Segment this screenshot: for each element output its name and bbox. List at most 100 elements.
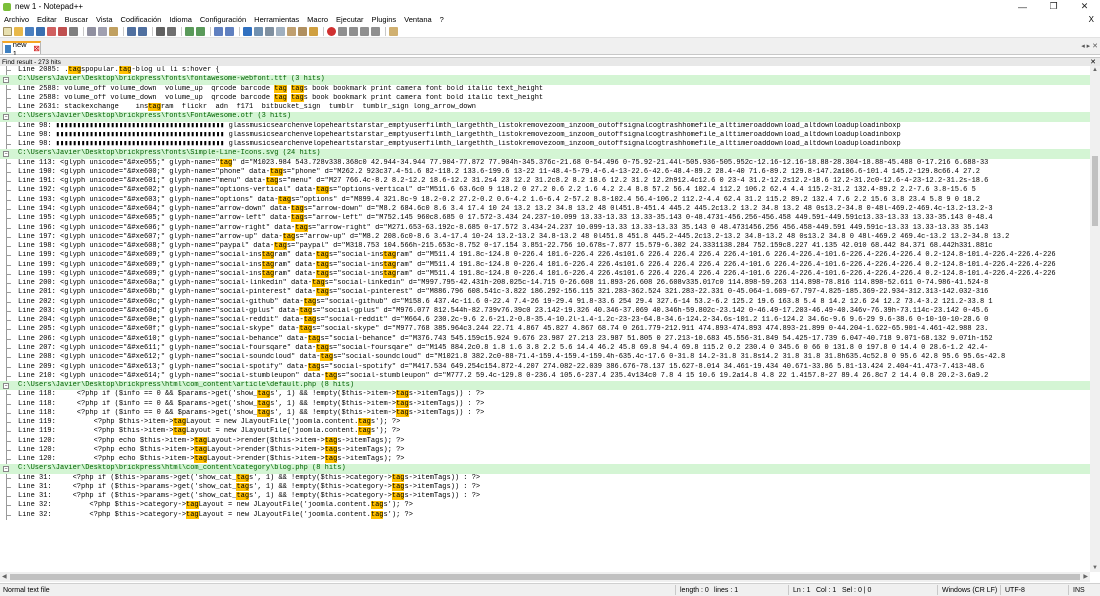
scroll-down-arrow-icon[interactable]: ▼ [1092, 565, 1098, 571]
menu-vista[interactable]: Vista [92, 15, 117, 24]
result-file-row[interactable]: − C:\Users\Javier\Desktop\brickpress\font… [0, 149, 1090, 159]
result-line-row[interactable]: Line 199: <glyph unicode="&#xe609;" glyp… [0, 269, 1090, 280]
vertical-scroll-thumb[interactable] [1092, 156, 1098, 226]
result-line-row[interactable]: Line 206: <glyph unicode="&#xe610;" glyp… [0, 334, 1090, 344]
fold-minus-icon[interactable]: − [3, 466, 9, 473]
undo-icon[interactable] [127, 26, 136, 36]
zoom-in-icon[interactable] [185, 26, 194, 36]
tab-close-icon[interactable]: ⊠ [33, 44, 40, 53]
find-results-list[interactable]: Line 2085: .tagspopular.tag-blog ul li s… [0, 66, 1090, 572]
result-line-row[interactable]: Line 120: <?php echo $this->item->tagLay… [0, 445, 1090, 456]
sync-vertical-icon[interactable] [214, 26, 223, 36]
result-line-row[interactable]: Line 118: <?php if ($info == 0 && $param… [0, 408, 1090, 419]
indent-guide-icon[interactable] [265, 26, 274, 36]
paste-icon[interactable] [109, 26, 118, 36]
record-macro-icon[interactable] [327, 26, 336, 36]
fold-minus-icon[interactable]: − [3, 383, 9, 390]
fold-gutter[interactable]: − [0, 464, 14, 473]
sync-horizontal-icon[interactable] [225, 26, 234, 36]
result-line-row[interactable]: Line 2588: volume_off volume_down volume… [0, 84, 1090, 94]
result-line-row[interactable]: Line 118: <?php if ($info == 0 && $param… [0, 390, 1090, 400]
menu-buscar[interactable]: Buscar [61, 15, 92, 24]
fold-gutter[interactable]: − [0, 381, 14, 390]
result-line-row[interactable]: Line 31: <?php if ($this->params->get('s… [0, 473, 1090, 483]
result-line-row[interactable]: Line 193: <glyph unicode="&#xe603;" glyp… [0, 195, 1090, 205]
menu-plugins[interactable]: Plugins [368, 15, 401, 24]
word-wrap-icon[interactable] [243, 26, 252, 36]
save-icon[interactable] [25, 26, 34, 36]
play-macro-icon[interactable] [349, 26, 358, 36]
result-file-row[interactable]: − C:\Users\Javier\Desktop\brickpress\html… [0, 464, 1090, 474]
result-line-row[interactable]: Line 192: <glyph unicode="&#xe602;" glyp… [0, 186, 1090, 196]
menu-macro[interactable]: Macro [303, 15, 332, 24]
function-list-icon[interactable] [298, 26, 307, 36]
save-macro-icon[interactable] [371, 26, 380, 36]
find-icon[interactable] [156, 26, 165, 36]
play-multiple-macro-icon[interactable] [360, 26, 369, 36]
result-line-row[interactable]: Line 119: <?php $this->item->tagLayout =… [0, 427, 1090, 437]
scroll-left-arrow-icon[interactable]: ◀ [2, 573, 7, 580]
cut-icon[interactable] [87, 26, 96, 36]
fold-minus-icon[interactable]: − [3, 151, 9, 158]
result-line-row[interactable]: Line 194: <glyph unicode="&#xe604;" glyp… [0, 204, 1090, 215]
udl-icon[interactable] [276, 26, 285, 36]
result-line-row[interactable]: Line 32: <?php $this->category->tagLayou… [0, 510, 1090, 521]
result-line-row[interactable]: Line 210: <glyph unicode="&#xe614;" glyp… [0, 371, 1090, 382]
new-file-icon[interactable] [3, 26, 12, 36]
result-line-row[interactable]: Line 195: <glyph unicode="&#xe605;" glyp… [0, 214, 1090, 224]
result-line-row[interactable]: Line 196: <glyph unicode="&#xe606;" glyp… [0, 223, 1090, 233]
result-line-row[interactable]: Line 31: <?php if ($this->params->get('s… [0, 482, 1090, 493]
vertical-scrollbar[interactable]: ▲ ▼ [1090, 66, 1100, 572]
result-line-row[interactable]: Line 209: <glyph unicode="&#xe613;" glyp… [0, 362, 1090, 372]
show-all-chars-icon[interactable] [254, 26, 263, 36]
zoom-out-icon[interactable] [196, 26, 205, 36]
menu-close-doc[interactable]: X [1085, 15, 1100, 24]
open-file-icon[interactable] [14, 26, 23, 36]
stop-macro-icon[interactable] [338, 26, 347, 36]
menu-archivo[interactable]: Archivo [0, 15, 33, 24]
result-line-row[interactable]: Line 203: <glyph unicode="&#xe60d;" glyp… [0, 306, 1090, 317]
result-line-row[interactable]: Line 98: ▮▮▮▮▮▮▮▮▮▮▮▮▮▮▮▮▮▮▮▮▮▮▮▮▮▮▮▮▮▮▮… [0, 140, 1090, 150]
fold-gutter[interactable]: − [0, 149, 14, 158]
result-line-row[interactable]: Line 198: <glyph unicode="&#xe608;" glyp… [0, 242, 1090, 252]
folder-workspace-icon[interactable] [309, 26, 318, 36]
result-line-row[interactable]: Line 98: ▮▮▮▮▮▮▮▮▮▮▮▮▮▮▮▮▮▮▮▮▮▮▮▮▮▮▮▮▮▮▮… [0, 130, 1090, 141]
result-line-row[interactable]: Line 190: <glyph unicode="&#xe600;" glyp… [0, 167, 1090, 178]
result-line-row[interactable]: Line 120: <?php echo $this->item->tagLay… [0, 436, 1090, 446]
result-line-row[interactable]: Line 207: <glyph unicode="&#xe611;" glyp… [0, 343, 1090, 354]
result-line-row[interactable]: Line 199: <glyph unicode="&#xe609;" glyp… [0, 251, 1090, 261]
find-panel-close-icon[interactable]: ✕ [1090, 58, 1096, 66]
result-line-row[interactable]: Line 205: <glyph unicode="&#xe60f;" glyp… [0, 325, 1090, 335]
doc-map-icon[interactable] [287, 26, 296, 36]
result-line-row[interactable]: Line 199: <glyph unicode="&#xe609;" glyp… [0, 260, 1090, 270]
result-line-row[interactable]: Line 113: <glyph unicode="&#xe055;" glyp… [0, 158, 1090, 168]
result-line-row[interactable]: Line 191: <glyph unicode="&#xe601;" glyp… [0, 177, 1090, 187]
result-line-row[interactable]: Line 120: <?php echo $this->item->tagLay… [0, 455, 1090, 465]
minimize-button[interactable]: — [1007, 0, 1038, 13]
menu-editar[interactable]: Editar [33, 15, 61, 24]
result-line-row[interactable]: Line 2085: .tagspopular.tag-blog ul li s… [0, 66, 1090, 76]
replace-icon[interactable] [167, 26, 176, 36]
result-line-row[interactable]: Line 197: <glyph unicode="&#xe607;" glyp… [0, 232, 1090, 243]
maximize-button[interactable]: ❐ [1038, 0, 1069, 13]
fold-gutter[interactable]: − [0, 112, 14, 121]
result-line-row[interactable]: Line 32: <?php $this->category->tagLayou… [0, 501, 1090, 511]
menu-herramientas[interactable]: Herramientas [250, 15, 303, 24]
save-all-icon[interactable] [36, 26, 45, 36]
horizontal-scrollbar[interactable]: ◀ ▶ [0, 572, 1090, 582]
fold-minus-icon[interactable]: − [3, 77, 9, 84]
scroll-up-arrow-icon[interactable]: ▲ [1092, 67, 1098, 73]
result-file-row[interactable]: − C:\Users\Javier\Desktop\brickpress\font… [0, 112, 1090, 122]
tab-new-1[interactable]: new 1 ⊠ [2, 40, 41, 58]
close-button[interactable]: ✕ [1069, 0, 1100, 13]
result-line-row[interactable]: Line 119: <?php $this->item->tagLayout =… [0, 418, 1090, 428]
result-line-row[interactable]: Line 118: <?php if ($info == 0 && $param… [0, 399, 1090, 409]
result-line-row[interactable]: Line 208: <glyph unicode="&#xe612;" glyp… [0, 353, 1090, 363]
horizontal-scroll-thumb[interactable] [10, 574, 1080, 580]
close-all-icon[interactable] [58, 26, 67, 36]
menu-idioma[interactable]: Idioma [165, 15, 196, 24]
scroll-right-arrow-icon[interactable]: ▶ [1083, 573, 1088, 580]
result-file-row[interactable]: − C:\Users\Javier\Desktop\brickpress\html… [0, 381, 1090, 391]
result-line-row[interactable]: Line 200: <glyph unicode="&#xe60a;" glyp… [0, 279, 1090, 289]
menu-codificacion[interactable]: Codificación [117, 15, 166, 24]
